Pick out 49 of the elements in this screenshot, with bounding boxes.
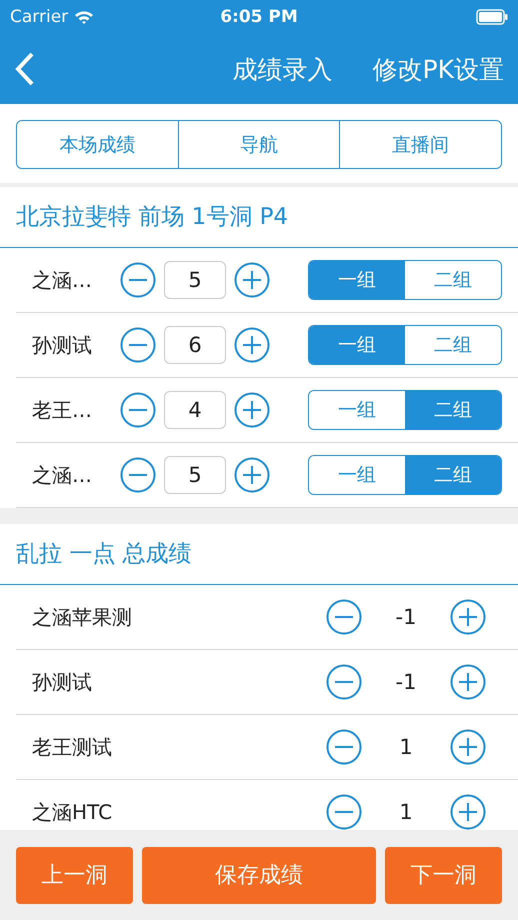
minus-icon[interactable] bbox=[120, 457, 156, 493]
group-option[interactable]: 一组 bbox=[309, 261, 405, 299]
plus-icon[interactable] bbox=[450, 664, 486, 700]
player-name: 之涵… bbox=[31, 462, 93, 488]
score-value: 1 bbox=[398, 800, 414, 824]
minus-icon[interactable] bbox=[326, 729, 362, 765]
minus-icon[interactable] bbox=[120, 327, 156, 363]
minus-icon[interactable] bbox=[326, 794, 362, 830]
tab[interactable]: 直播间 bbox=[339, 121, 501, 168]
minus-icon[interactable] bbox=[120, 262, 156, 298]
score-value: 1 bbox=[398, 735, 414, 759]
plus-icon[interactable] bbox=[234, 327, 270, 363]
next-hole-button[interactable]: 下一洞 bbox=[385, 846, 502, 904]
strokes-field[interactable]: 4 bbox=[164, 391, 226, 429]
carrier-label: Carrier bbox=[10, 7, 68, 27]
pk-settings-button[interactable]: 修改PK设置 bbox=[372, 52, 504, 86]
strokes-field[interactable]: 5 bbox=[164, 456, 226, 494]
wifi-icon bbox=[74, 10, 94, 24]
minus-icon[interactable] bbox=[120, 392, 156, 428]
player-name: 老王… bbox=[31, 396, 93, 424]
nav-title: 成绩录入 bbox=[232, 54, 333, 86]
save-button[interactable]: 保存成绩 bbox=[142, 846, 376, 904]
group-option[interactable]: 二组 bbox=[405, 391, 501, 429]
strokes-field[interactable]: 5 bbox=[164, 261, 226, 299]
plus-icon[interactable] bbox=[450, 794, 486, 830]
plus-icon[interactable] bbox=[234, 392, 270, 428]
player-name: 之涵苹果测 bbox=[31, 604, 133, 630]
player-name: 孙测试 bbox=[31, 668, 93, 696]
player-name: 老王测试 bbox=[31, 734, 113, 760]
group-option[interactable]: 一组 bbox=[309, 326, 405, 364]
plus-icon[interactable] bbox=[234, 457, 270, 493]
group-option[interactable]: 二组 bbox=[405, 456, 501, 494]
player-name: 之涵HTC bbox=[31, 798, 114, 826]
plus-icon[interactable] bbox=[234, 262, 270, 298]
status-time: 6:05 PM bbox=[220, 7, 298, 27]
plus-icon[interactable] bbox=[450, 599, 486, 635]
battery-icon bbox=[476, 9, 508, 25]
strokes-field[interactable]: 6 bbox=[164, 326, 226, 364]
player-name: 之涵… bbox=[31, 266, 93, 294]
back-icon[interactable] bbox=[14, 51, 36, 87]
section-title: 乱拉 一点 总成绩 bbox=[0, 524, 518, 585]
score-value: -1 bbox=[394, 605, 418, 629]
plus-icon[interactable] bbox=[450, 729, 486, 765]
prev-hole-button[interactable]: 上一洞 bbox=[16, 846, 133, 904]
player-name: 孙测试 bbox=[31, 332, 93, 358]
minus-icon[interactable] bbox=[326, 599, 362, 635]
minus-icon[interactable] bbox=[326, 664, 362, 700]
section-title: 北京拉斐特 前场 1号洞 P4 bbox=[0, 187, 518, 248]
score-value: -1 bbox=[394, 670, 418, 694]
